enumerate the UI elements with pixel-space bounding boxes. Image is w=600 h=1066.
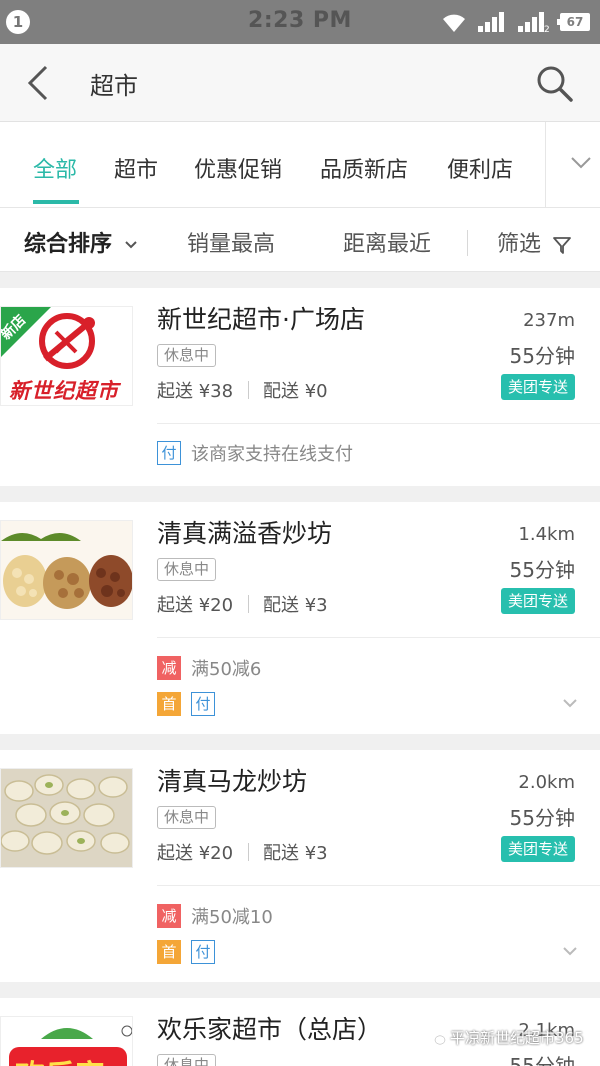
promo-discount: 减 满50减6 (157, 655, 261, 681)
fee-separator (248, 843, 249, 861)
chevron-down-icon[interactable] (562, 698, 578, 708)
nav-bar: 超市 (0, 44, 600, 122)
shop-logo-text: 欢乐家 (15, 1051, 105, 1066)
sort-bar: 综合排序 销量最高 距离最近 筛选 (0, 208, 600, 272)
delivery-badge: 美团专送 (500, 374, 575, 400)
promo-tags: 首 付 (157, 939, 225, 965)
tab-quality-new[interactable]: 品质新店 (320, 152, 408, 184)
category-tabs: 全部 超市 优惠促销 品质新店 便利店 (0, 122, 600, 208)
sort-combined-label: 综合排序 (24, 232, 113, 257)
filter-button[interactable]: 筛选 (497, 226, 572, 258)
discount-tag-icon: 减 (157, 656, 181, 680)
svg-text:2: 2 (544, 25, 550, 32)
back-arrow-icon[interactable] (24, 64, 58, 102)
status-time: 2:23 PM (248, 8, 352, 33)
tab-convenience[interactable]: 便利店 (447, 152, 513, 184)
delivery-fee: 配送 ¥3 (263, 843, 328, 864)
tab-supermarket[interactable]: 超市 (114, 152, 158, 184)
min-order: 起送 ¥38 (157, 381, 234, 402)
shop-card[interactable]: 新店 新世纪超市 新世纪超市·广场店 237m 55分钟 休息中 美团专送 起送… (0, 288, 600, 486)
sort-sales[interactable]: 销量最高 (187, 226, 275, 258)
signal-icon (478, 12, 504, 32)
filter-label: 筛选 (497, 232, 542, 257)
sort-combined[interactable]: 综合排序 (24, 226, 138, 258)
fee-separator (248, 381, 249, 399)
pay-tag-icon: 付 (191, 692, 215, 716)
delivery-time: 55分钟 (509, 1054, 575, 1066)
wifi-icon (443, 14, 465, 32)
pistachio-image (1, 769, 132, 867)
chevron-down-icon[interactable] (570, 156, 592, 170)
tab-promotions[interactable]: 优惠促销 (194, 152, 282, 184)
min-order: 起送 ¥20 (157, 843, 234, 864)
shop-name[interactable]: 新世纪超市·广场店 (157, 300, 365, 336)
promo-tags: 首 付 (157, 691, 225, 717)
promo-pay: 付 该商家支持在线支付 (157, 440, 353, 466)
filter-icon (553, 237, 571, 254)
shop-card[interactable]: 清真马龙炒坊 2.0km 55分钟 休息中 美团专送 起送 ¥20 配送 ¥3 … (0, 750, 600, 982)
delivery-time: 55分钟 (509, 806, 575, 830)
shop-distance: 1.4km (518, 524, 575, 545)
signal-2-icon: 2 (518, 12, 550, 32)
min-order: 起送 ¥20 (157, 595, 234, 616)
delivery-time: 55分钟 (509, 344, 575, 368)
status-bar: 1 2:23 PM 2 67 (0, 0, 600, 44)
fee-separator (248, 595, 249, 613)
active-tab-indicator (33, 200, 79, 204)
watermark: 平凉新世纪超市365 (428, 1027, 584, 1048)
watermark-text: 平凉新世纪超市365 (450, 1029, 584, 1047)
shop-distance: 237m (523, 310, 575, 331)
card-divider (157, 885, 600, 886)
status-badge: 休息中 (157, 344, 217, 367)
wechat-icon (428, 1031, 446, 1044)
pay-tag-icon: 付 (191, 940, 215, 964)
pay-tag-icon: 付 (157, 441, 181, 465)
battery-icon: 67 (557, 13, 590, 31)
status-badge: 休息中 (157, 806, 217, 829)
shop-logo: 欢乐家 (0, 1016, 133, 1066)
delivery-fee: 配送 ¥3 (263, 595, 328, 616)
page-title: 超市 (90, 72, 138, 100)
chevron-down-icon[interactable] (562, 946, 578, 956)
shop-logo: 新店 新世纪超市 (0, 306, 133, 406)
chevron-down-icon (124, 241, 137, 249)
delivery-badge: 美团专送 (500, 588, 575, 614)
discount-text: 满50减6 (191, 659, 262, 680)
shop-name[interactable]: 清真马龙炒坊 (157, 762, 307, 798)
card-divider (157, 423, 600, 424)
search-icon[interactable] (535, 64, 575, 104)
discount-tag-icon: 减 (157, 904, 181, 928)
shop-card[interactable]: 清真满溢香炒坊 1.4km 55分钟 休息中 美团专送 起送 ¥20 配送 ¥3… (0, 502, 600, 734)
sort-divider (467, 230, 468, 256)
tab-all[interactable]: 全部 (33, 152, 77, 184)
first-order-tag-icon: 首 (157, 692, 181, 716)
shop-name[interactable]: 欢乐家超市（总店） (157, 1010, 382, 1046)
shop-photo (0, 768, 133, 868)
sort-distance[interactable]: 距离最近 (343, 226, 431, 258)
shop-photo (0, 520, 133, 620)
promo-discount: 减 满50减10 (157, 903, 273, 929)
discount-text: 满50减10 (191, 907, 273, 928)
status-badge: 休息中 (157, 1054, 217, 1066)
nuts-image (1, 521, 132, 619)
pay-text: 该商家支持在线支付 (191, 444, 353, 465)
status-badge: 休息中 (157, 558, 217, 581)
first-order-tag-icon: 首 (157, 940, 181, 964)
delivery-badge: 美团专送 (500, 836, 575, 862)
delivery-fee: 配送 ¥0 (263, 381, 328, 402)
shop-logo-text: 新世纪超市 (9, 378, 119, 403)
shop-name[interactable]: 清真满溢香炒坊 (157, 514, 332, 550)
delivery-time: 55分钟 (509, 558, 575, 582)
shop-distance: 2.0km (518, 772, 575, 793)
card-divider (157, 637, 600, 638)
